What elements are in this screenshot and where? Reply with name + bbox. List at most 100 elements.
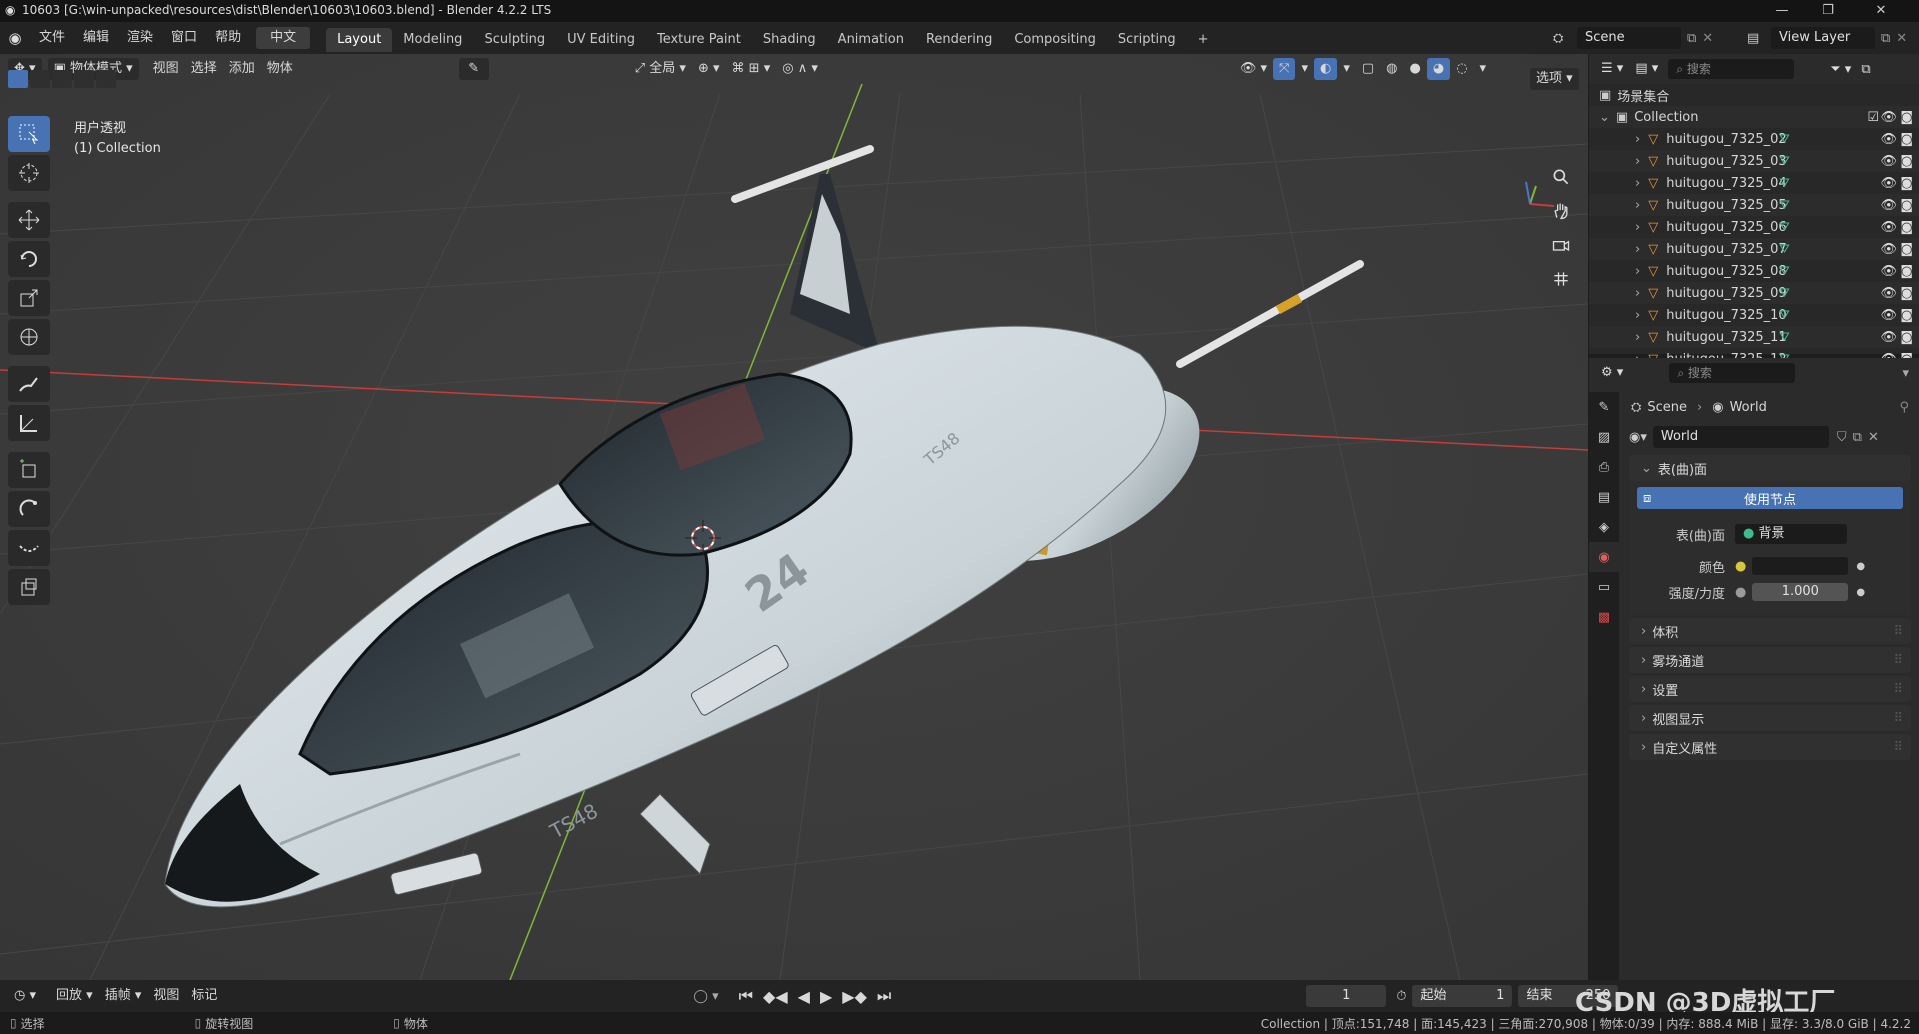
jump-start-icon[interactable]: ⏮ [739,986,753,1006]
xray-icon[interactable]: ▢ [1356,58,1380,80]
collection-expand-icon[interactable]: ⌄ [1599,110,1610,125]
menu-object[interactable]: 物体 [261,58,299,80]
record-icon[interactable]: ◯ ▾ [693,989,718,1004]
outliner-editor-type-icon[interactable]: ☰ ▾ [1595,58,1629,80]
tab-layout[interactable]: Layout [326,28,393,52]
blender-menu-icon[interactable]: ◉ [0,29,30,47]
annotate-tool[interactable] [8,366,50,402]
tab-texture-paint[interactable]: Texture Paint [646,28,752,52]
add-workspace-button[interactable]: + [1187,28,1220,52]
shading-dropdown-icon[interactable]: ▾ [1474,58,1493,80]
drag-handle-icon[interactable]: ⠿ [1893,711,1903,726]
color-swatch[interactable] [1752,557,1849,575]
drag-handle-icon[interactable]: ⠿ [1893,624,1903,639]
mesh-data-icon[interactable]: ⛛ [1779,176,1790,191]
gizmo-dropdown-icon[interactable]: ▾ [1295,58,1314,80]
mesh-data-icon[interactable]: ⛛ [1779,154,1790,169]
measure-tool[interactable] [8,405,50,441]
render-camera-icon[interactable]: ◙ [1900,330,1913,345]
duplicate-world-icon[interactable]: ⧉ [1853,430,1862,445]
current-frame-field[interactable]: 1 [1306,985,1387,1007]
tab-compositing[interactable]: Compositing [1003,28,1107,52]
transform-tool[interactable] [8,319,50,355]
keyframe-dot-icon[interactable]: ● [1856,587,1865,598]
tab-rendering[interactable]: Rendering [915,28,1003,52]
expand-chevron-icon[interactable]: › [1635,264,1640,279]
outliner-object-row[interactable]: › ▽ huitugou_7325_06 ⛛ 👁 ◙ [1589,216,1919,238]
world-name-field[interactable]: World [1652,426,1829,448]
unlink-world-icon[interactable]: ✕ [1868,430,1879,445]
output-tab-icon[interactable]: ⎙ [1589,452,1619,482]
camera-view-icon[interactable] [1546,230,1576,260]
outliner-object-row[interactable]: › ▽ huitugou_7325_05 ⛛ 👁 ◙ [1589,194,1919,216]
mesh-data-icon[interactable]: ⛛ [1779,264,1790,279]
select-subtract-icon[interactable] [52,70,72,88]
new-view-layer-icon[interactable]: ⧉ [1881,31,1890,46]
ortho-grid-icon[interactable] [1546,264,1576,294]
outliner-search-field[interactable]: ⌕ 搜索 [1668,59,1795,79]
wireframe-shading-icon[interactable]: ◍ [1380,58,1403,80]
pin-icon[interactable]: ⚲ [1899,400,1909,415]
outliner-object-row[interactable]: › ▽ huitugou_7325_07 ⛛ 👁 ◙ [1589,238,1919,260]
tab-uv-editing[interactable]: UV Editing [556,28,646,52]
display-mode-icon[interactable]: ▤ ▾ [1629,58,1664,80]
mesh-data-icon[interactable]: ⛛ [1779,242,1790,257]
eyedropper-icon[interactable]: ✎ [458,58,489,80]
shear-tool[interactable] [8,530,50,566]
collapsed-panel-header[interactable]: › 雾场通道 ⠿ [1629,647,1911,673]
pivot-point-icon[interactable]: ⊕ ▾ [692,58,726,80]
stopwatch-icon[interactable]: ⏱ [1396,989,1406,1004]
timeline-view-menu[interactable]: 视图 [147,985,185,1007]
texture-tab-icon[interactable]: ▩ [1589,602,1619,632]
properties-dropdown-icon[interactable]: ▾ [1902,366,1909,381]
menu-edit[interactable]: 编辑 [74,22,118,54]
new-scene-icon[interactable]: ⧉ [1687,31,1696,46]
move-tool[interactable] [8,202,50,238]
menu-file[interactable]: 文件 [30,22,74,54]
menu-help[interactable]: 帮助 [206,22,250,54]
scale-tool[interactable] [8,280,50,316]
render-camera-icon[interactable]: ◙ [1900,132,1913,147]
play-icon[interactable]: ▶ [820,987,832,1006]
visibility-eye-icon[interactable]: 👁 [1880,198,1897,213]
collection-camera-icon[interactable]: ◙ [1900,110,1913,125]
select-box-tool[interactable] [8,116,50,152]
tab-animation[interactable]: Animation [827,28,915,52]
options-dropdown[interactable]: 选项 ▾ [1530,68,1579,90]
keying-menu[interactable]: 插帧 ▾ [99,985,148,1007]
outliner-object-row[interactable]: › ▽ huitugou_7325_08 ⛛ 👁 ◙ [1589,260,1919,282]
view-layer-tab-icon[interactable]: ▤ [1589,482,1619,512]
visibility-eye-icon[interactable]: 👁 [1880,132,1897,147]
visibility-eye-icon[interactable]: 👁 [1880,286,1897,301]
proportional-edit-icon[interactable]: ◎ ∧ ▾ [776,58,824,80]
menu-render[interactable]: 渲染 [118,22,162,54]
visibility-eye-icon[interactable]: 👁 [1880,242,1897,257]
pan-hand-icon[interactable] [1546,196,1576,226]
outliner-object-row[interactable]: › ▽ huitugou_7325_03 ⛛ 👁 ◙ [1589,150,1919,172]
expand-chevron-icon[interactable]: › [1635,330,1640,345]
collection-checkbox-icon[interactable]: ☑ [1867,110,1879,125]
drag-handle-icon[interactable]: ⠿ [1893,740,1903,755]
zoom-icon[interactable] [1546,162,1576,192]
extrude-tool[interactable] [8,569,50,605]
language-button[interactable]: 中文 [256,27,311,49]
drag-handle-icon[interactable]: ⠿ [1893,682,1903,697]
mesh-data-icon[interactable]: ⛛ [1779,198,1790,213]
outliner-object-row[interactable]: › ▽ huitugou_7325_04 ⛛ 👁 ◙ [1589,172,1919,194]
expand-chevron-icon[interactable]: › [1635,132,1640,147]
surface-shader-field[interactable]: ● 背景 [1735,524,1847,544]
cursor-tool[interactable] [8,155,50,191]
outliner-object-row[interactable]: › ▽ huitugou_7325_10 ⛛ 👁 ◙ [1589,304,1919,326]
render-camera-icon[interactable]: ◙ [1900,242,1913,257]
menu-view[interactable]: 视图 [147,58,185,80]
collection-eye-icon[interactable]: 👁 [1880,110,1897,125]
snap-icon[interactable]: ⌘ ⊞ ▾ [726,58,777,80]
render-camera-icon[interactable]: ◙ [1900,154,1913,169]
collapsed-panel-header[interactable]: › 体积 ⠿ [1629,618,1911,644]
render-camera-icon[interactable]: ◙ [1900,176,1913,191]
select-invert-icon[interactable] [74,70,94,88]
material-shading-icon[interactable]: ◕ [1426,58,1451,80]
mesh-data-icon[interactable]: ⛛ [1779,132,1790,147]
mesh-data-icon[interactable]: ⛛ [1779,286,1790,301]
gizmo-toggle-icon[interactable]: ⤧ [1273,58,1296,80]
